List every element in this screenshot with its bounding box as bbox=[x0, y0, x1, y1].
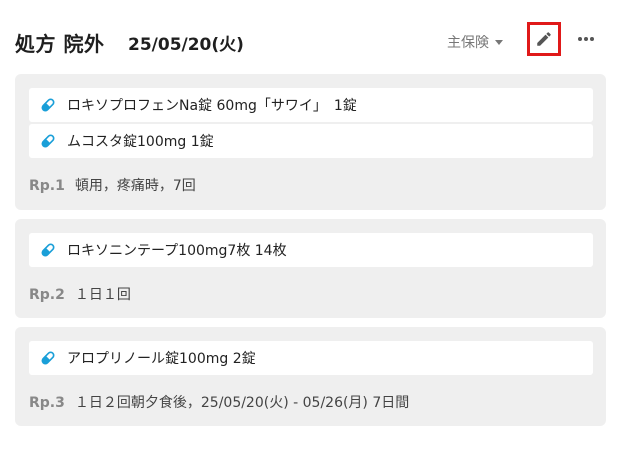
pencil-icon bbox=[537, 32, 551, 46]
item-label: ロキソニンテープ100mg7枚 14枚 bbox=[67, 243, 287, 259]
prescription-header: 処方 院外 25/05/20(火) 主保険 bbox=[15, 22, 613, 62]
prescription-date: 25/05/20(火) bbox=[128, 35, 244, 55]
more-options-button[interactable] bbox=[575, 30, 597, 48]
prescription-panel: 処方 院外 25/05/20(火) 主保険 ロキソプロフェンNa錠 60mg「サ… bbox=[0, 0, 633, 452]
prescription-card: ロキソニンテープ100mg7枚 14枚 Rp.2 １日１回 bbox=[15, 219, 606, 318]
ellipsis-icon bbox=[578, 37, 594, 41]
insurance-label: 主保険 bbox=[447, 35, 489, 51]
chevron-down-icon bbox=[495, 40, 503, 45]
rp-label: Rp.3 bbox=[29, 395, 65, 411]
pill-icon bbox=[41, 243, 55, 257]
instructions-text: １日１回 bbox=[74, 287, 131, 303]
item-label: ロキソプロフェンNa錠 60mg「サワイ」 1錠 bbox=[67, 98, 357, 114]
prescription-item[interactable]: ロキソプロフェンNa錠 60mg「サワイ」 1錠 bbox=[29, 88, 593, 122]
prescription-item[interactable]: ロキソニンテープ100mg7枚 14枚 bbox=[29, 233, 593, 267]
edit-button[interactable] bbox=[527, 22, 561, 56]
dosage-instructions: Rp.1 頓用，疼痛時，7回 bbox=[29, 175, 196, 195]
pill-icon bbox=[41, 98, 55, 112]
pill-icon bbox=[41, 351, 55, 365]
dosage-instructions: Rp.2 １日１回 bbox=[29, 284, 131, 304]
prescription-card: ロキソプロフェンNa錠 60mg「サワイ」 1錠 ムコスタ錠100mg 1錠 R… bbox=[15, 74, 606, 210]
rp-label: Rp.1 bbox=[29, 178, 65, 194]
prescription-item[interactable]: アロプリノール錠100mg 2錠 bbox=[29, 341, 593, 375]
pill-icon bbox=[41, 134, 55, 148]
item-label: ムコスタ錠100mg 1錠 bbox=[67, 134, 214, 150]
page-title: 処方 院外 bbox=[15, 32, 105, 56]
prescription-card: アロプリノール錠100mg 2錠 Rp.3 １日２回朝夕食後，25/05/20(火… bbox=[15, 327, 606, 426]
prescription-item[interactable]: ムコスタ錠100mg 1錠 bbox=[29, 124, 593, 158]
dosage-instructions: Rp.3 １日２回朝夕食後，25/05/20(火) - 05/26(月) 7日間 bbox=[29, 392, 409, 412]
insurance-dropdown[interactable]: 主保険 bbox=[447, 32, 503, 52]
item-label: アロプリノール錠100mg 2錠 bbox=[67, 351, 256, 367]
rp-label: Rp.2 bbox=[29, 287, 65, 303]
instructions-text: １日２回朝夕食後，25/05/20(火) - 05/26(月) 7日間 bbox=[74, 395, 410, 411]
instructions-text: 頓用，疼痛時，7回 bbox=[74, 178, 196, 194]
